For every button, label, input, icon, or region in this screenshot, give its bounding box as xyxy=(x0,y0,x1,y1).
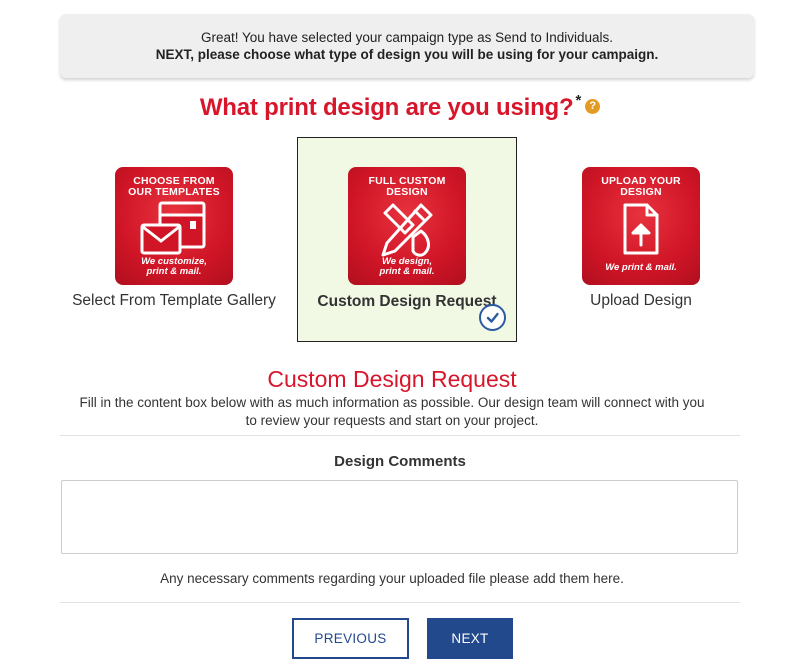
next-button[interactable]: NEXT xyxy=(427,618,513,659)
option-label[interactable]: Select From Template Gallery xyxy=(64,292,284,310)
comments-help-text: Any necessary comments regarding your up… xyxy=(160,571,624,586)
tile-footer: We design, print & mail. xyxy=(348,257,466,277)
required-mark: * xyxy=(575,92,582,109)
design-comments-label: Design Comments xyxy=(334,453,466,470)
design-question-heading: What print design are you using? *? xyxy=(0,92,800,122)
template-gallery-tile[interactable]: CHOOSE FROM OUR TEMPLATES We customize, … xyxy=(115,167,233,285)
tile-footer-line-2: print & mail. xyxy=(146,266,202,277)
notice-line-1: Great! You have selected your campaign t… xyxy=(200,30,613,45)
design-comments-input[interactable] xyxy=(61,480,738,554)
option-upload-design[interactable]: UPLOAD YOUR DESIGN We print & mail. Uplo… xyxy=(531,137,751,342)
previous-button[interactable]: PREVIOUS xyxy=(292,618,409,659)
selected-check-icon xyxy=(479,304,506,331)
tile-heading: UPLOAD YOUR DESIGN xyxy=(582,176,700,198)
help-icon[interactable]: ? xyxy=(585,99,601,115)
tile-footer-line-2: print & mail. xyxy=(379,266,435,277)
divider xyxy=(60,435,740,436)
custom-design-tile[interactable]: FULL CUSTOM DESIGN We design, print & ma… xyxy=(348,167,466,285)
divider xyxy=(60,602,740,603)
notice-line-2: NEXT, please choose what type of design … xyxy=(155,47,659,62)
tile-heading: FULL CUSTOM DESIGN xyxy=(348,176,466,198)
tile-heading: CHOOSE FROM OUR TEMPLATES xyxy=(115,176,233,198)
tile-heading-line-2: OUR TEMPLATES xyxy=(128,186,220,198)
tile-heading-line-2: DESIGN xyxy=(386,186,428,198)
option-label[interactable]: Upload Design xyxy=(531,292,751,310)
tile-footer: We print & mail. xyxy=(582,263,700,273)
file-upload-icon xyxy=(623,203,659,255)
tile-heading-line-2: DESIGN xyxy=(620,186,662,198)
postcard-envelope-icon xyxy=(140,201,206,255)
upload-design-tile[interactable]: UPLOAD YOUR DESIGN We print & mail. xyxy=(582,167,700,285)
option-template-gallery[interactable]: CHOOSE FROM OUR TEMPLATES We customize, … xyxy=(64,137,284,342)
tile-footer-line-1: We print & mail. xyxy=(605,262,677,273)
custom-request-description: Fill in the content box below with as mu… xyxy=(79,395,705,428)
custom-request-title: Custom Design Request xyxy=(267,366,517,392)
tile-footer: We customize, print & mail. xyxy=(115,257,233,277)
campaign-type-notice: Great! You have selected your campaign t… xyxy=(60,14,754,78)
pencil-brush-icon xyxy=(381,203,433,257)
question-text: What print design are you using? xyxy=(199,94,574,121)
option-custom-design[interactable]: FULL CUSTOM DESIGN We design, print & ma… xyxy=(297,137,517,342)
